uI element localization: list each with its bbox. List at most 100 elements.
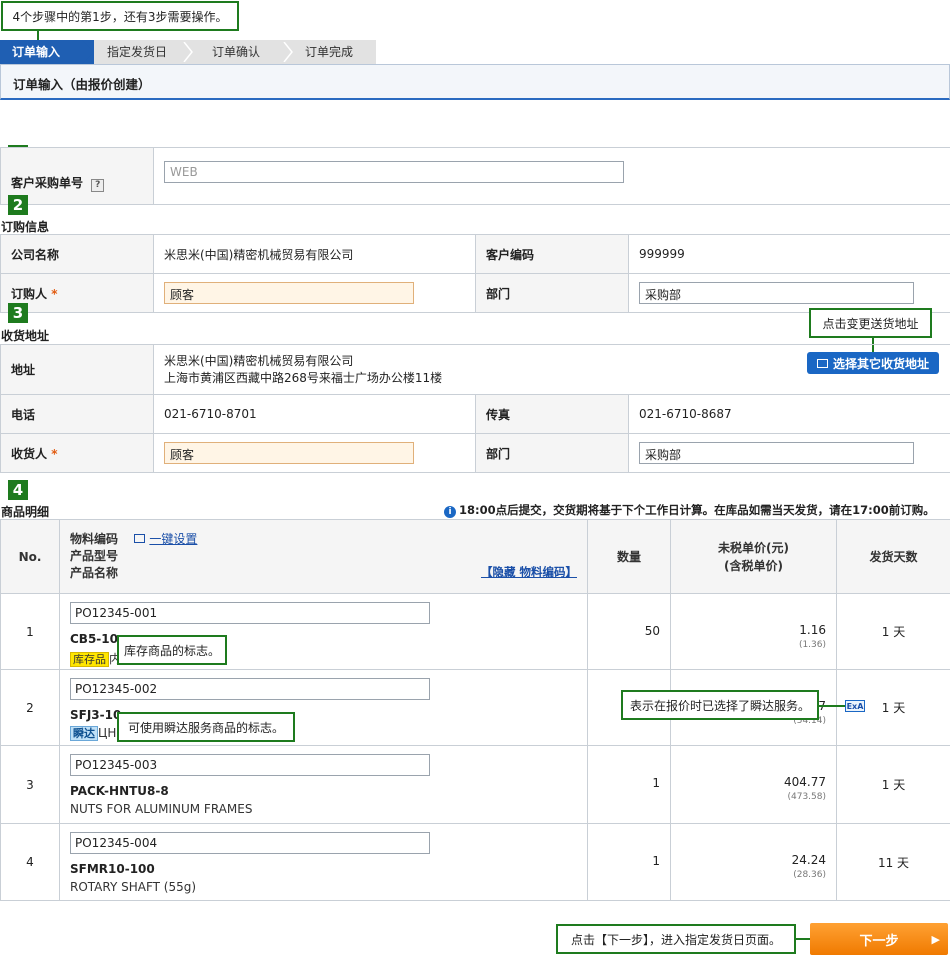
row-no: 3 (0, 745, 60, 824)
product-model: SFMR10-100 (70, 862, 155, 876)
next-step-label: 下一步 (859, 933, 899, 949)
material-code-input[interactable]: PO12345-003 (70, 754, 430, 776)
required-mark: * (51, 286, 58, 301)
row-price: 404.77 (784, 775, 826, 789)
phone-label: 电话 (0, 394, 154, 434)
row-qty: 1 (587, 823, 671, 901)
page-title: 订单输入（由报价创建） (13, 77, 151, 92)
row-days: 1 天 (881, 701, 906, 715)
callout-connector (796, 938, 810, 940)
row-no: 1 (0, 593, 60, 670)
orderer-input[interactable]: 顾客 (164, 282, 414, 304)
row-days: 11 天 (836, 823, 950, 901)
order-info-title: 订购信息 (1, 220, 50, 234)
row-price: 1.16 (799, 623, 826, 637)
quick-service-callout: 表示在报价时已选择了瞬达服务。 (621, 690, 819, 720)
cutoff-notice: i 18:00点后提交，交货期将基于下个工作日计算。在库品如需当天发货，请在17:… (444, 502, 935, 518)
one-click-icon (134, 534, 146, 543)
step-label: 订单完成 (305, 45, 354, 59)
step-ship-date: 指定发货日 (107, 40, 167, 64)
one-click-link[interactable]: 一键设置 (149, 532, 197, 546)
step-separator-icon (183, 42, 193, 62)
section-badge-3: 3 (8, 303, 28, 323)
row-price: 24.24 (791, 853, 826, 867)
order-info-table: 公司名称 米思米(中国)精密机械贸易有限公司 客户编码 999999 订购人 *… (0, 234, 950, 313)
callout-connector (819, 705, 845, 707)
step-label: 订单确认 (212, 45, 261, 59)
step-confirm: 订单确认 (212, 40, 260, 64)
fax-label: 传真 (475, 394, 629, 434)
receiver-input[interactable]: 顾客 (164, 442, 414, 464)
row-no: 2 (0, 669, 60, 746)
quick-mark-callout-text: 可使用瞬达服务商品的标志。 (127, 720, 284, 735)
dept-value-cell: 采购部 (628, 273, 950, 313)
po-number-value-cell: WEB (153, 147, 950, 205)
col-material-code: 物料编码 (70, 532, 119, 546)
receiver-label-cell: 收货人 * (0, 433, 154, 473)
orderer-value-cell: 顾客 (153, 273, 476, 313)
po-number-input[interactable]: WEB (164, 160, 624, 183)
ship-dept-input[interactable]: 采购部 (639, 442, 914, 464)
po-number-table: 客户采购单号 ? WEB (0, 147, 950, 205)
dept-input[interactable]: 采购部 (639, 282, 914, 304)
dept-label: 部门 (475, 273, 629, 313)
row-price-cell: 24.24 (28.36) (670, 823, 837, 901)
row-no: 4 (0, 823, 60, 901)
row-days: 1 天 (836, 745, 950, 824)
change-address-callout-text: 点击变更送货地址 (822, 316, 919, 331)
ship-dept-value-cell: 采购部 (627, 433, 950, 473)
phone-value: 021-6710-8701 (153, 394, 476, 434)
orderer-label: 订购人 (11, 286, 48, 301)
step-progress-bar: 订单输入 指定发货日 订单确认 订单完成 (0, 40, 376, 64)
material-code-input[interactable]: PO12345-002 (70, 678, 430, 700)
material-code-input[interactable]: PO12345-001 (70, 602, 430, 624)
step-arrow-icon (82, 40, 94, 64)
row-qty: 50 (587, 593, 671, 670)
receiver-label: 收货人 (11, 446, 48, 461)
col-price-line2: (含税单价) (724, 558, 783, 573)
col-no: No. (0, 519, 60, 594)
company-label: 公司名称 (0, 234, 154, 274)
product-model: PACK-HNTU8-8 (70, 784, 169, 798)
row-product-cell: PO12345-004 SFMR10-100 ROTARY SHAFT (55g… (59, 823, 588, 901)
col-days: 发货天数 (836, 519, 950, 594)
material-code-input[interactable]: PO12345-004 (70, 832, 430, 854)
row-qty: 1 (587, 745, 671, 824)
steps-callout-text: 4个步骤中的第1步，还有3步需要操作。 (12, 9, 228, 24)
quick-service-callout-text: 表示在报价时已选择了瞬达服务。 (629, 698, 810, 713)
stock-mark-callout-text: 库存商品的标志。 (123, 643, 220, 658)
step-label: 订单输入 (12, 45, 61, 59)
section-badge-2: 2 (8, 195, 28, 215)
ship-dept-label: 部门 (475, 433, 629, 473)
row-tax-price: (28.36) (793, 870, 826, 880)
hide-code-link[interactable]: 【隐藏 物料编码】 (481, 564, 577, 581)
step-complete: 订单完成 (305, 40, 353, 64)
col-price-line1: 未税单价(元) (718, 540, 789, 555)
express-icon: ExA (845, 700, 865, 712)
select-address-button[interactable]: 选择其它收货地址 (807, 352, 939, 374)
row-price-cell: 404.77 (473.58) (670, 745, 837, 824)
stock-mark-callout: 库存商品的标志。 (117, 635, 227, 665)
next-step-callout: 点击【下一步】，进入指定发货日页面。 (556, 924, 796, 954)
cutoff-notice-text: 18:00点后提交，交货期将基于下个工作日计算。在库品如需当天发货，请在17:0… (459, 503, 935, 517)
row-tax-price: (1.36) (798, 640, 826, 650)
steps-callout: 4个步骤中的第1步，还有3步需要操作。 (1, 1, 239, 31)
fax-value: 021-6710-8687 (627, 394, 950, 434)
table-row: 3 PO12345-003 PACK-HNTU8-8 NUTS FOR ALUM… (0, 745, 950, 824)
next-step-button[interactable]: 下一步 ▶ (810, 923, 948, 955)
table-row: 4 PO12345-004 SFMR10-100 ROTARY SHAFT (5… (0, 823, 950, 901)
quick-tag: 瞬达 (70, 726, 98, 741)
row-tax-price: (473.58) (787, 792, 826, 802)
help-icon[interactable]: ? (91, 179, 105, 192)
tag-suffix: ЦН (98, 726, 117, 740)
customer-code-label: 客户编码 (475, 234, 629, 274)
stock-tag: 库存品 (70, 652, 109, 667)
col-product: 物料编码 一键设置 产品型号 产品名称 【隐藏 物料编码】 (59, 519, 588, 594)
ship-address-title: 收货地址 (1, 329, 50, 343)
window-icon (816, 358, 828, 368)
product-details-title: 商品明细 (1, 505, 50, 519)
col-qty: 数量 (587, 519, 671, 594)
step-separator-icon (283, 42, 293, 62)
company-value: 米思米(中国)精密机械贸易有限公司 (153, 234, 476, 274)
arrow-right-icon: ▶ (931, 932, 940, 946)
